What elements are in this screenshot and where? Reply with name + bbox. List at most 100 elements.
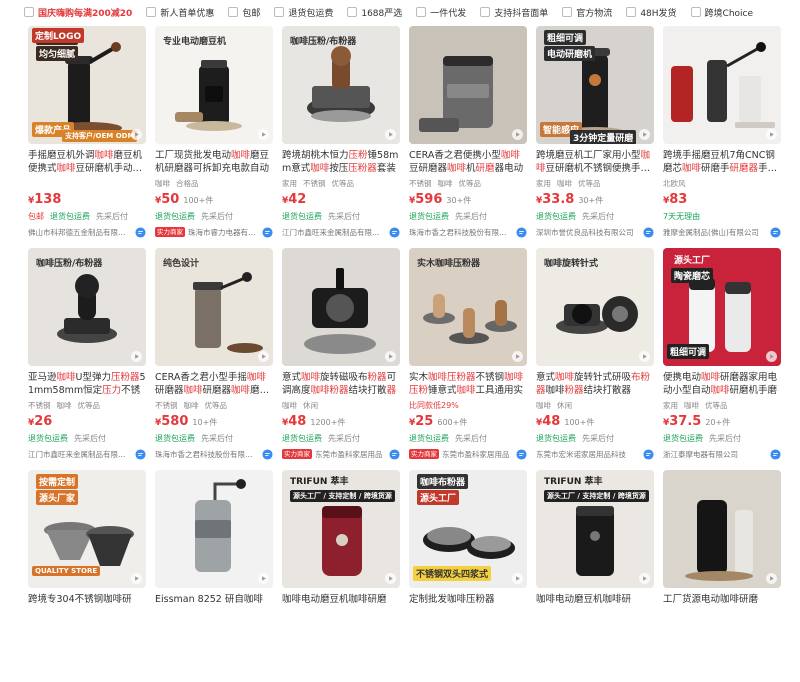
filter-2[interactable]: 包邮 [228,0,260,24]
shop-name[interactable]: 东莞市宏米诺家居用品科技 [536,449,626,460]
product-title[interactable]: CERA香之君小型手摇咖啡研磨器咖啡研磨器咖啡磨豆机 [155,371,273,397]
shop-row[interactable]: 深圳市誉优良品科技有限公司 [536,226,654,238]
shop-row[interactable]: 实力商家 东莞市盈科家居用品 [282,448,400,460]
product-card[interactable]: CERA香之君便携小型咖啡豆研磨器咖啡机研磨器电动 不锈钢 咖啡 优等品 ¥596 30+… [409,26,527,238]
product-title[interactable]: 意式咖啡旋转磁吸布粉器可调高度咖啡粉器结块打散器 [282,371,400,397]
product-image[interactable]: 咖啡布粉器 源头工厂 不锈钢双头四浆式 [409,470,527,588]
filter-3[interactable]: 退货包运费 [274,0,333,24]
filter-checkbox[interactable] [562,7,573,17]
shop-name[interactable]: 深圳市誉优良品科技有限公司 [536,227,634,238]
product-title[interactable]: 跨境磨豆机工厂家用小型咖啡豆研磨机不锈钢便携手摇咖啡研 [536,149,654,175]
product-image[interactable]: 源头工厂 陶瓷磨芯 粗细可调 [663,248,781,366]
product-card[interactable]: 专业电动磨豆机 工厂现货批发电动咖啡磨豆机研磨器可拆卸充电款自动 咖啡 合格品 ¥50 1… [155,26,273,238]
shop-name[interactable]: 雅摩金属制品(佛山)有限公司 [663,227,759,238]
product-card[interactable]: 咖啡压粉/布粉器 亚马逊咖啡U型弹力压粉器51mm58mm恒定压力不锈 不锈钢 咖啡优… [28,248,146,460]
product-card[interactable]: 工厂货源电动咖啡研磨 [663,470,781,682]
chat-icon[interactable] [770,226,781,238]
shop-name[interactable]: 珠海市睿力电器有限公司 [188,227,259,238]
product-image[interactable]: TRIFUN 萃丰 源头工厂 / 支持定制 / 跨境货源 [536,470,654,588]
chat-icon[interactable] [135,448,146,460]
filter-checkbox[interactable] [690,7,701,17]
product-title[interactable]: 咖啡电动磨豆机咖啡研磨 [282,593,400,619]
filter-9[interactable]: 跨境Choice [690,0,753,24]
shop-row[interactable]: 珠海市香之君科技股份有限公司 [155,448,273,460]
product-card[interactable]: 实木咖啡压粉器 实木咖啡压粉器不锈钢咖啡压粉锤意式咖啡工具通用实 比同款低29% ¥2… [409,248,527,460]
filter-7[interactable]: 官方物流 [562,0,612,24]
product-title[interactable]: 实木咖啡压粉器不锈钢咖啡压粉锤意式咖啡工具通用实 [409,371,527,397]
product-image[interactable] [409,26,527,144]
product-title[interactable]: 跨境手摇磨豆机7角CNC钢磨芯咖啡研磨手研磨器手动磨 [663,149,781,175]
product-title[interactable]: CERA香之君便携小型咖啡豆研磨器咖啡机研磨器电动 [409,149,527,175]
product-card[interactable]: Eissman 8252 研自咖啡 [155,470,273,682]
filter-checkbox[interactable] [416,7,427,17]
product-title[interactable]: 跨境胡桃木恒力压粉锤58mm意式咖啡按压压粉器套装 [282,149,400,175]
product-image[interactable] [155,470,273,588]
product-image[interactable] [663,470,781,588]
product-image[interactable]: 咖啡压粉/布粉器 [28,248,146,366]
product-title[interactable]: 手摇磨豆机外调咖啡磨豆机便携式咖啡豆研磨机手动研磨 [28,149,146,175]
product-card[interactable]: 纯色设计CERA香之君小型手摇咖啡研磨器咖啡研磨器咖啡磨豆机不锈钢咖啡优等品¥5… [155,248,273,460]
filter-checkbox[interactable] [347,7,358,17]
shop-name[interactable]: 浙江泰摩电器有限公司 [663,449,738,460]
shop-name[interactable]: 东莞市盈科家居用品 [315,449,383,460]
product-card[interactable]: 咖啡压粉/布粉器 跨境胡桃木恒力压粉锤58mm意式咖啡按压压粉器套装 家用 不锈钢 优等… [282,26,400,238]
product-image[interactable]: 纯色设计 [155,248,273,366]
shop-row[interactable]: 江门市鑫旺来金属制品有限公司 [28,448,146,460]
chat-icon[interactable] [643,448,654,460]
product-title[interactable]: 亚马逊咖啡U型弹力压粉器51mm58mm恒定压力不锈 [28,371,146,397]
shop-name[interactable]: 珠海市香之君科技股份有限公司 [409,227,511,238]
product-title[interactable]: Eissman 8252 研自咖啡 [155,593,273,619]
chat-icon[interactable] [516,226,527,238]
product-image[interactable]: TRIFUN 萃丰 源头工厂 / 支持定制 / 跨境货源 [282,470,400,588]
shop-name[interactable]: 东莞市盈科家居用品 [442,449,510,460]
product-image[interactable]: 咖啡旋转针式 [536,248,654,366]
filter-checkbox[interactable] [228,7,239,17]
product-card[interactable]: 咖啡布粉器 源头工厂 不锈钢双头四浆式定制批发咖啡压粉器 [409,470,527,682]
product-card[interactable]: 源头工厂 陶瓷磨芯 粗细可调 便携电动咖啡研磨器家用电动小型自动咖啡研磨机手磨 家用 咖啡… [663,248,781,460]
filter-checkbox[interactable] [274,7,285,17]
product-image[interactable]: 专业电动磨豆机 [155,26,273,144]
chat-icon[interactable] [770,448,781,460]
product-title[interactable]: 跨境专304不锈钢咖啡研 [28,593,146,619]
shop-row[interactable]: 实力商家珠海市睿力电器有限公司 [155,226,273,238]
chat-icon[interactable] [389,226,400,238]
filter-6[interactable]: 支持抖音面单 [480,0,548,24]
product-title[interactable]: 工厂货源电动咖啡研磨 [663,593,781,619]
chat-icon[interactable] [262,448,273,460]
product-card[interactable]: 咖啡旋转针式 意式咖啡旋转针式研吸布粉器咖啡粉器结块打散器 咖啡 休闲 ¥48 100+件… [536,248,654,460]
product-image[interactable]: 实木咖啡压粉器 [409,248,527,366]
product-image[interactable]: 粗细可调均匀细腻爆款产品支持客户/OEM ODM定制LOGO [28,26,146,144]
shop-row[interactable]: 浙江泰摩电器有限公司 [663,448,781,460]
filter-0[interactable]: 国庆嗨购每满200减20 [24,0,132,24]
shop-row[interactable]: 佛山市科邦德五金制品有限公司 [28,226,146,238]
product-image[interactable]: 按需定制 源头厂家 QUALITY STORE [28,470,146,588]
product-card[interactable]: 意式咖啡旋转磁吸布粉器可调高度咖啡粉器结块打散器 咖啡 休闲 ¥48 1200+件 退货包… [282,248,400,460]
product-image[interactable] [282,248,400,366]
chat-icon[interactable] [262,226,273,238]
product-image[interactable]: 粗细可调 电动研磨机 智能感应 3分钟定量研磨 [536,26,654,144]
product-image[interactable]: 咖啡压粉/布粉器 [282,26,400,144]
product-title[interactable]: 意式咖啡旋转针式研吸布粉器咖啡粉器结块打散器 [536,371,654,397]
product-title[interactable]: 工厂现货批发电动咖啡磨豆机研磨器可拆卸充电款自动 [155,149,273,175]
filter-5[interactable]: 一件代发 [416,0,466,24]
product-card[interactable]: 跨境手摇磨豆机7角CNC钢磨芯咖啡研磨手研磨器手动磨北欧风 ¥83 7天无理由雅摩金… [663,26,781,238]
chat-icon[interactable] [135,226,146,238]
product-card[interactable]: 粗细可调 电动研磨机 智能感应 3分钟定量研磨跨境磨豆机工厂家用小型咖啡豆研磨机不锈钢… [536,26,654,238]
shop-row[interactable]: 雅摩金属制品(佛山)有限公司 [663,226,781,238]
product-title[interactable]: 咖啡电动磨豆机咖啡研 [536,593,654,619]
filter-1[interactable]: 新人首单优惠 [146,0,214,24]
product-title[interactable]: 定制批发咖啡压粉器 [409,593,527,619]
filter-4[interactable]: 1688严选 [347,0,402,24]
chat-icon[interactable] [389,448,400,460]
shop-name[interactable]: 佛山市科邦德五金制品有限公司 [28,227,130,238]
filter-8[interactable]: 48H发货 [626,0,677,24]
chat-icon[interactable] [516,448,527,460]
shop-row[interactable]: 珠海市香之君科技股份有限公司 [409,226,527,238]
shop-name[interactable]: 江门市鑫旺来金属制品有限公司 [28,449,130,460]
product-image[interactable] [663,26,781,144]
shop-row[interactable]: 江门市鑫旺来金属制品有限公司 [282,226,400,238]
filter-checkbox[interactable] [480,7,491,17]
shop-name[interactable]: 珠海市香之君科技股份有限公司 [155,449,257,460]
filter-checkbox[interactable] [146,7,157,17]
chat-icon[interactable] [643,226,654,238]
